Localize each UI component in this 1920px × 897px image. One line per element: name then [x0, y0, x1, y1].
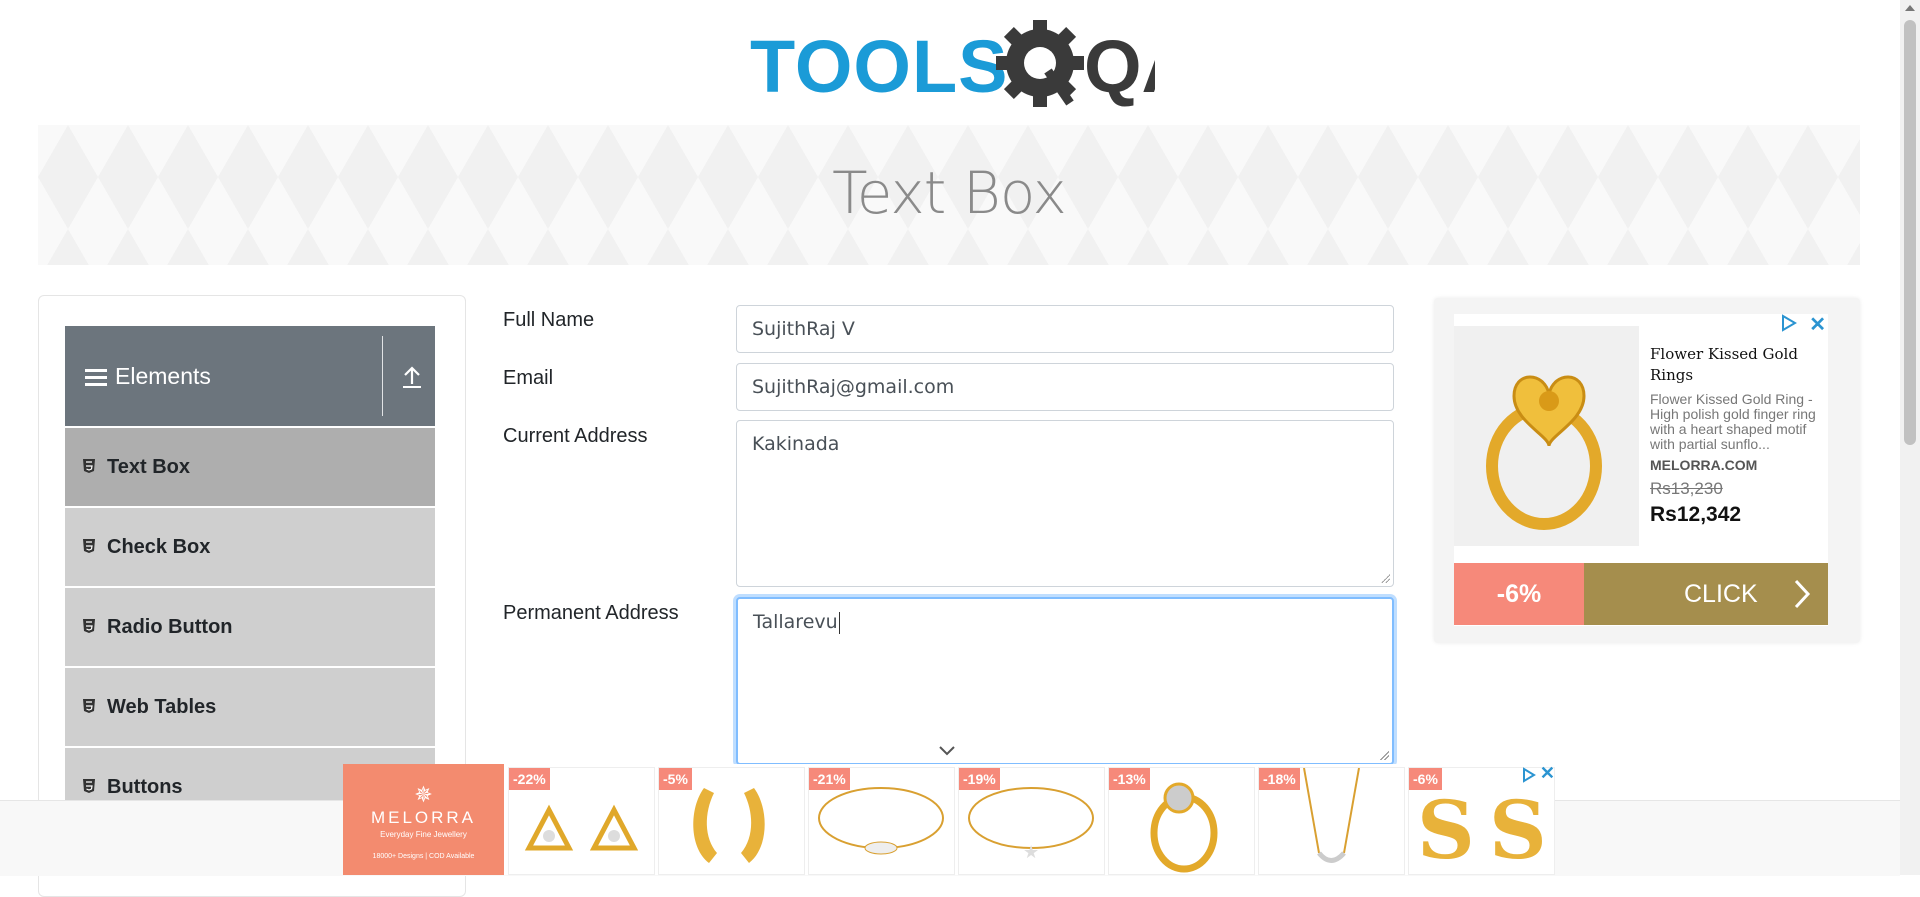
sidebar-item-label: Radio Button: [107, 616, 233, 638]
product-tile[interactable]: ★ -19%: [958, 767, 1105, 875]
toolsqa-logo[interactable]: TOOLS QA: [750, 20, 1155, 115]
sidebar-item-radio-button[interactable]: Radio Button: [65, 586, 435, 666]
product-tile[interactable]: -13%: [1108, 767, 1255, 875]
logo-text-tools: TOOLS: [750, 25, 1009, 108]
html5-icon: [83, 459, 95, 473]
discount-badge: -22%: [509, 768, 550, 790]
current-address-textarea[interactable]: Kakinada: [736, 420, 1394, 587]
page-banner: Text Box: [38, 125, 1860, 265]
sidebar-item-label: Text Box: [107, 456, 190, 478]
html5-icon: [83, 699, 95, 713]
bottom-advertisement[interactable]: ✵ MELORRA Everyday Fine Jewellery 18000+…: [343, 763, 1555, 875]
permanent-address-label: Permanent Address: [503, 602, 679, 624]
ad-click-label: CLICK: [1684, 580, 1758, 608]
full-name-input[interactable]: SujithRaj V: [736, 305, 1394, 353]
page-title: Text Box: [832, 159, 1067, 227]
group-label: Elements: [115, 363, 211, 389]
close-icon[interactable]: ✕: [1540, 763, 1555, 784]
svg-text:S: S: [1417, 783, 1475, 874]
side-advertisement[interactable]: ✕ Flower Kissed Gold Rings Flower Kissed…: [1434, 298, 1860, 643]
ad-description: Flower Kissed Gold Ring - High polish go…: [1650, 392, 1816, 452]
text-cursor: [838, 611, 840, 634]
ad-new-price: Rs12,342: [1650, 503, 1742, 526]
ad-discount-badge[interactable]: -6%: [1454, 563, 1584, 625]
sidebar-item-web-tables[interactable]: Web Tables: [65, 666, 435, 746]
brand-footer: 18000+ Designs | COD Available: [372, 853, 475, 860]
sidebar-item-label: Web Tables: [107, 696, 217, 718]
sidebar-item-text-box[interactable]: Text Box: [65, 426, 435, 506]
permanent-address-value: Tallarevu: [753, 611, 838, 633]
current-address-label: Current Address: [503, 425, 648, 447]
sidebar-item-label: Check Box: [107, 536, 211, 558]
discount-badge: -6%: [1409, 768, 1442, 790]
gear-icon: [996, 20, 1084, 107]
ad-brand: MELORRA.COM: [1650, 457, 1758, 473]
resize-handle[interactable]: [1379, 750, 1389, 760]
chevron-right-icon: [1794, 579, 1811, 609]
gold-ring-image[interactable]: [1454, 326, 1639, 546]
collapse-up-icon[interactable]: [400, 364, 424, 390]
scroll-up-arrow-icon[interactable]: [1905, 5, 1915, 11]
sidebar-item-check-box[interactable]: Check Box: [65, 506, 435, 586]
discount-badge: -19%: [959, 768, 1000, 790]
product-tile[interactable]: -5%: [658, 767, 805, 875]
discount-badge: -18%: [1259, 768, 1300, 790]
html5-icon: [83, 539, 95, 553]
permanent-address-textarea[interactable]: Tallarevu: [736, 597, 1394, 765]
discount-badge: -21%: [809, 768, 850, 790]
product-tile[interactable]: -21%: [808, 767, 955, 875]
adchoices-icon[interactable]: [1780, 314, 1798, 332]
email-value: SujithRaj@gmail.com: [752, 376, 955, 398]
discount-badge: -5%: [659, 768, 692, 790]
ad-title[interactable]: Flower Kissed Gold Rings: [1650, 344, 1820, 386]
resize-handle[interactable]: [1380, 573, 1390, 583]
chevron-down-icon: [939, 746, 955, 756]
ad-content[interactable]: ✕ Flower Kissed Gold Rings Flower Kissed…: [1454, 314, 1828, 626]
ad-click-button[interactable]: CLICK: [1584, 563, 1828, 625]
ad-old-price: Rs13,230: [1650, 479, 1723, 498]
product-tile[interactable]: -18%: [1258, 767, 1405, 875]
svg-text:S: S: [1489, 783, 1547, 874]
header-divider: [382, 336, 383, 416]
page-scrollbar[interactable]: [1900, 0, 1920, 875]
full-name-value: SujithRaj V: [752, 318, 855, 340]
svg-text:★: ★: [1023, 842, 1039, 863]
scrollbar-thumb[interactable]: [1904, 20, 1916, 445]
discount-badge: -13%: [1109, 768, 1150, 790]
brand-name: MELORRA: [370, 808, 477, 827]
hamburger-icon: [85, 369, 107, 387]
brand-tagline: Everyday Fine Jewellery: [380, 830, 467, 839]
current-address-value: Kakinada: [752, 433, 840, 455]
logo-text-qa: QA: [1084, 25, 1155, 108]
html5-icon: [83, 779, 95, 793]
full-name-label: Full Name: [503, 309, 595, 331]
sidebar-item-label: Buttons: [107, 776, 183, 798]
adchoices-icon[interactable]: [1521, 767, 1537, 783]
email-input[interactable]: SujithRaj@gmail.com: [736, 363, 1394, 411]
elements-group-header[interactable]: Elements: [65, 326, 435, 426]
close-icon[interactable]: ✕: [1809, 312, 1826, 337]
product-tile[interactable]: -22%: [508, 767, 655, 875]
email-label: Email: [503, 367, 554, 389]
html5-icon: [83, 619, 95, 633]
melorra-brand-tile[interactable]: ✵ MELORRA Everyday Fine Jewellery 18000+…: [343, 764, 504, 875]
product-tile[interactable]: S S -6%: [1408, 767, 1555, 875]
brand-star-icon: ✵: [414, 782, 433, 807]
